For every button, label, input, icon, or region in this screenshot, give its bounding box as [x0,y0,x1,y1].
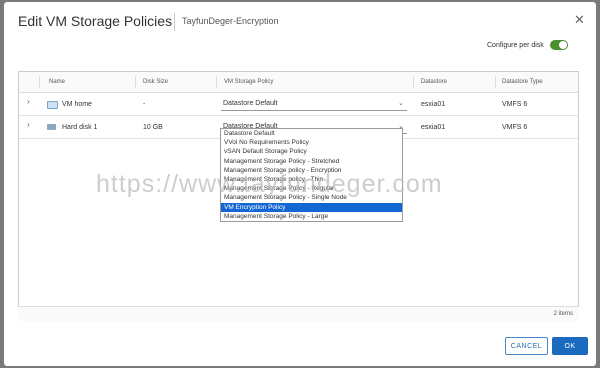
header-datastore[interactable]: Datastore [421,79,447,85]
header-vm-storage-policy[interactable]: VM Storage Policy [224,79,273,85]
row-datastore: esxia01 [421,101,446,108]
select-value: Datastore Default [223,100,278,107]
chevron-right-icon[interactable]: › [27,97,30,106]
ok-button[interactable]: OK [552,337,588,355]
title-divider [174,13,175,31]
item-count: 2 items [553,311,573,317]
column-separator [413,76,414,88]
folder-icon [47,101,58,109]
dropdown-option[interactable]: VVol No Requirements Policy [221,138,402,147]
dialog-subtitle: TayfunDeger-Encryption [182,16,279,26]
dropdown-option[interactable]: Management Storage Policy - Large [221,212,402,221]
chevron-down-icon: ⌄ [398,100,404,107]
header-datastore-type[interactable]: Datastore Type [502,79,543,85]
row-name: Hard disk 1 [62,124,98,131]
column-separator [135,76,136,88]
column-separator [39,76,40,88]
configure-per-disk-toggle[interactable] [550,40,568,50]
watermark-text: https://www.tayfundeger.com [96,170,443,198]
header-name[interactable]: Name [49,79,65,85]
column-separator [495,76,496,88]
column-separator [216,76,217,88]
grid-footer: 2 items [18,306,579,321]
vm-storage-policy-select[interactable]: Datastore Default ⌄ [221,98,407,111]
chevron-right-icon[interactable]: › [27,120,30,129]
dialog-title: Edit VM Storage Policies [18,13,173,29]
row-datastore: esxia01 [421,124,446,131]
dropdown-option[interactable]: vSAN Default Storage Policy [221,147,402,156]
cancel-button[interactable]: CANCEL [505,337,548,355]
header-disk-size[interactable]: Disk Size [143,79,168,85]
row-disk-size: - [143,101,146,108]
hard-disk-icon [47,124,56,130]
close-icon[interactable]: ✕ [574,12,585,28]
table-row[interactable]: › VM home - Datastore Default ⌄ esxia01 … [19,93,578,116]
row-datastore-type: VMFS 6 [502,124,528,131]
row-datastore-type: VMFS 6 [502,101,528,108]
configure-per-disk-label: Configure per disk [487,42,544,49]
row-disk-size: 10 GB [143,124,163,131]
row-name: VM home [62,101,92,108]
dropdown-option[interactable]: Datastore Default [221,129,402,138]
dropdown-option-highlighted[interactable]: VM Encryption Policy [221,202,402,212]
grid-header: Name Disk Size VM Storage Policy Datasto… [19,72,578,93]
dropdown-option[interactable]: Management Storage Policy - Stretched [221,157,402,166]
